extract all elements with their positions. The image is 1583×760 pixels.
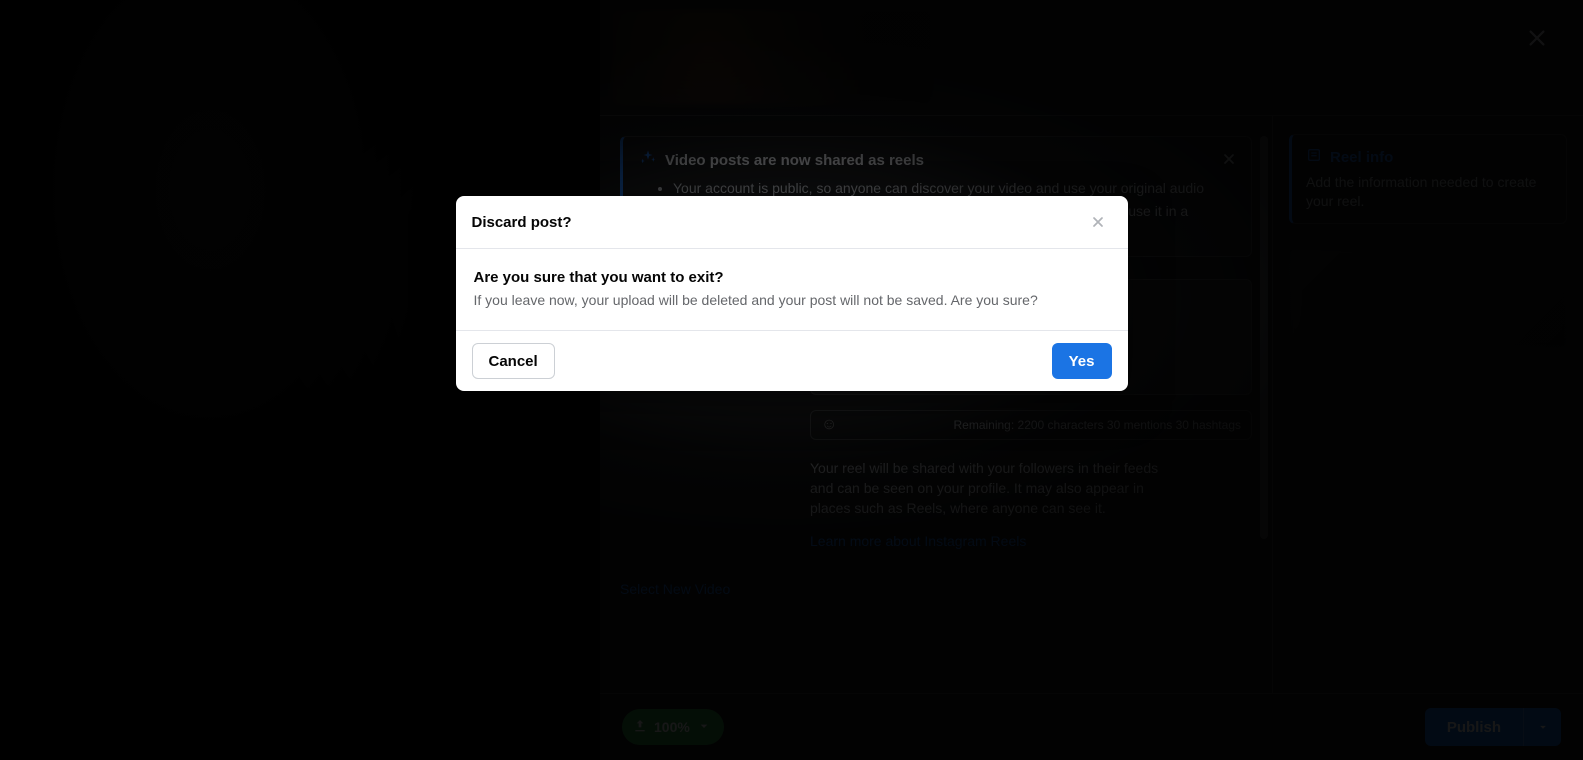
- dialog-title: Discard post?: [472, 214, 572, 231]
- cancel-button[interactable]: Cancel: [472, 343, 555, 379]
- discard-post-dialog: Discard post? Are you sure that you want…: [456, 196, 1128, 391]
- dialog-subtext: If you leave now, your upload will be de…: [474, 292, 1110, 308]
- dialog-question: Are you sure that you want to exit?: [474, 269, 1110, 286]
- dialog-footer: Cancel Yes: [456, 330, 1128, 391]
- dialog-header: Discard post?: [456, 196, 1128, 249]
- dialog-body: Are you sure that you want to exit? If y…: [456, 249, 1128, 330]
- yes-button[interactable]: Yes: [1052, 343, 1112, 379]
- dialog-close-button[interactable]: [1084, 208, 1112, 236]
- modal-overlay[interactable]: Discard post? Are you sure that you want…: [0, 0, 1583, 760]
